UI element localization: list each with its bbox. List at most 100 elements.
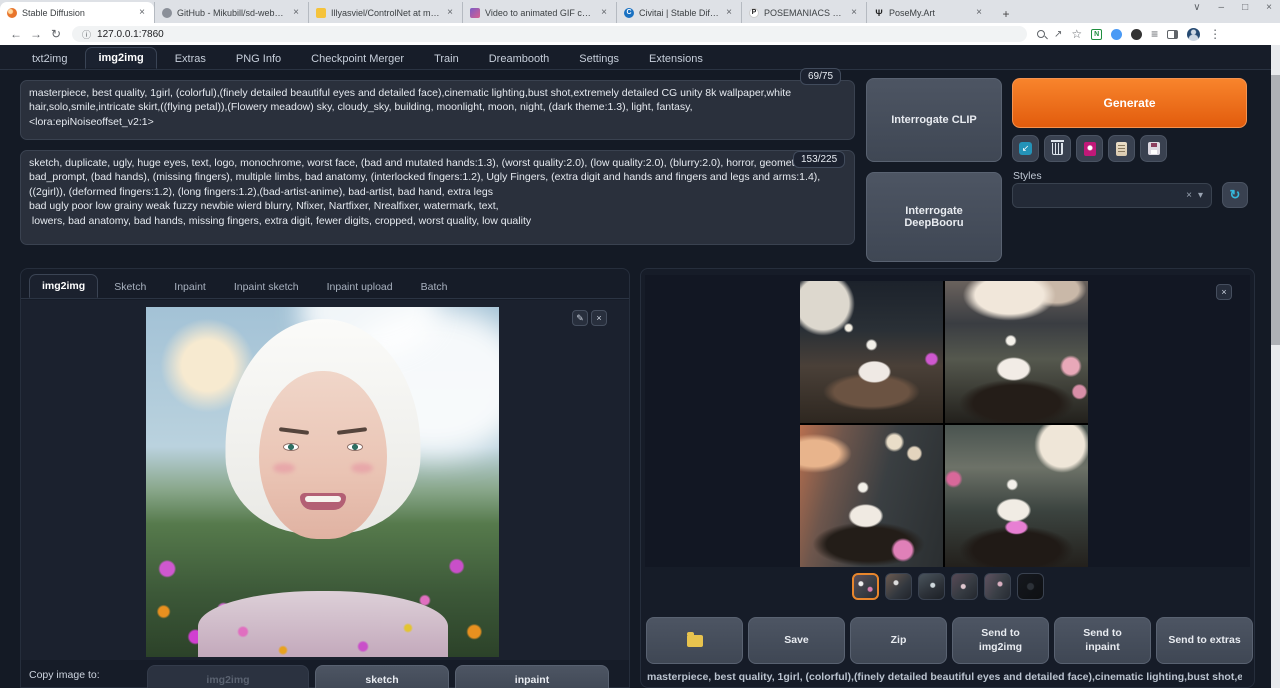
screen: Stable Diffusion × GitHub - Mikubill/sd-…	[0, 0, 1280, 688]
send-to-img2img-button[interactable]: Send to img2img	[952, 617, 1049, 664]
gallery-stage: ×	[645, 275, 1250, 567]
tab-title: Stable Diffusion	[22, 8, 132, 18]
paste-params-button[interactable]: ↙	[1012, 135, 1039, 162]
zoom-icon[interactable]	[1037, 30, 1045, 38]
tab-close-icon[interactable]: ×	[724, 7, 734, 18]
window-close-button[interactable]: ×	[1266, 2, 1272, 13]
page-scrollbar[interactable]	[1271, 45, 1280, 688]
extension-n-icon[interactable]: N	[1091, 29, 1102, 40]
tab-close-icon[interactable]: ×	[445, 7, 455, 18]
thumbnail-3[interactable]	[918, 573, 945, 600]
site-info-icon[interactable]: ⓘ	[82, 28, 91, 41]
stable-diffusion-favicon	[7, 8, 17, 18]
negative-prompt-input[interactable]: sketch, duplicate, ugly, huge eyes, text…	[20, 150, 855, 245]
styles-dropdown[interactable]: × ▾	[1012, 183, 1212, 208]
scrollbar-thumb[interactable]	[1271, 75, 1280, 345]
tab-dreambooth[interactable]: Dreambooth	[477, 49, 562, 69]
thumbnail-5[interactable]	[984, 573, 1011, 600]
tab-settings[interactable]: Settings	[567, 49, 631, 69]
side-panel-icon[interactable]	[1167, 30, 1178, 39]
apply-styles-button[interactable]	[1108, 135, 1135, 162]
browser-tab-posemyart[interactable]: Ψ PoseMy.Art ×	[866, 2, 991, 23]
generation-info-text: masterpiece, best quality, 1girl, (color…	[647, 671, 1242, 687]
thumbnail-2[interactable]	[885, 573, 912, 600]
result-image-2[interactable]	[945, 281, 1088, 423]
mode-tab-img2img[interactable]: img2img	[29, 274, 98, 298]
tab-close-icon[interactable]: ×	[137, 7, 147, 18]
browser-tab-posemaniacs[interactable]: P POSEMANIACS - Royalty free 3 ×	[741, 2, 866, 23]
mode-tab-sketch[interactable]: Sketch	[102, 276, 158, 298]
copy-to-img2img-button[interactable]: img2img	[147, 665, 309, 688]
zip-button[interactable]: Zip	[850, 617, 947, 664]
clear-prompt-button[interactable]	[1044, 135, 1071, 162]
reading-list-icon[interactable]: ≡	[1151, 27, 1158, 41]
result-image-4[interactable]	[945, 425, 1088, 567]
back-icon[interactable]: ←	[6, 27, 26, 41]
tab-close-icon[interactable]: ×	[974, 7, 984, 18]
prompt-input[interactable]: masterpiece, best quality, 1girl, (color…	[20, 80, 855, 140]
tab-title: Illyasviel/ControlNet at main	[331, 8, 440, 18]
edit-image-icon[interactable]: ✎	[572, 310, 588, 326]
save-button[interactable]: Save	[748, 617, 845, 664]
result-image-grid[interactable]	[800, 281, 1088, 567]
extension-dark-icon[interactable]	[1131, 29, 1142, 40]
tab-checkpoint-merger[interactable]: Checkpoint Merger	[299, 49, 416, 69]
extension-blue-icon[interactable]	[1111, 29, 1122, 40]
copy-to-inpaint-button[interactable]: inpaint	[455, 665, 609, 688]
mode-tab-inpaint-sketch[interactable]: Inpaint sketch	[222, 276, 311, 298]
browser-tab-civitai[interactable]: C Civitai | Stable Diffusion models ×	[616, 2, 741, 23]
browser-menu-icon[interactable]: ⋮	[1209, 27, 1221, 41]
generate-button[interactable]: Generate	[1012, 78, 1247, 128]
reload-icon[interactable]: ↻	[46, 27, 66, 41]
forward-icon[interactable]: →	[26, 27, 46, 41]
browser-tab-stable-diffusion[interactable]: Stable Diffusion ×	[0, 2, 154, 23]
browser-tab-controlnet[interactable]: Illyasviel/ControlNet at main ×	[308, 2, 462, 23]
interrogate-clip-button[interactable]: Interrogate CLIP	[866, 78, 1002, 162]
extra-networks-button[interactable]	[1076, 135, 1103, 162]
refresh-styles-button[interactable]: ↻	[1222, 182, 1248, 208]
mode-tab-inpaint-upload[interactable]: Inpaint upload	[315, 276, 405, 298]
open-folder-button[interactable]	[646, 617, 743, 664]
close-gallery-icon[interactable]: ×	[1216, 284, 1232, 300]
send-to-inpaint-button[interactable]: Send to inpaint	[1054, 617, 1151, 664]
gallery-actions: Save Zip Send to img2img Send to inpaint…	[646, 617, 1253, 664]
tab-search-icon[interactable]: ∨	[1193, 2, 1200, 13]
tab-img2img[interactable]: img2img	[85, 47, 156, 69]
send-to-extras-button[interactable]: Send to extras	[1156, 617, 1253, 664]
result-image-1[interactable]	[800, 281, 943, 423]
tab-png-info[interactable]: PNG Info	[224, 49, 293, 69]
new-tab-button[interactable]: +	[997, 5, 1015, 23]
mode-tab-inpaint[interactable]: Inpaint	[162, 276, 218, 298]
tab-close-icon[interactable]: ×	[849, 7, 859, 18]
sd-webui: txt2img img2img Extras PNG Info Checkpoi…	[0, 45, 1280, 688]
posemaniacs-favicon: P	[749, 8, 759, 18]
url-text: 127.0.0.1:7860	[97, 29, 164, 40]
result-image-3[interactable]	[800, 425, 943, 567]
tab-txt2img[interactable]: txt2img	[20, 49, 79, 69]
copy-to-sketch-button[interactable]: sketch	[315, 665, 449, 688]
tab-close-icon[interactable]: ×	[599, 7, 609, 18]
bookmark-star-icon[interactable]: ☆	[1071, 27, 1082, 41]
tab-train[interactable]: Train	[422, 49, 471, 69]
mode-tab-batch[interactable]: Batch	[409, 276, 460, 298]
thumbnail-4[interactable]	[951, 573, 978, 600]
tab-extras[interactable]: Extras	[163, 49, 218, 69]
save-style-button[interactable]	[1140, 135, 1167, 162]
browser-tab-gif-converter[interactable]: Video to animated GIF converter ×	[462, 2, 616, 23]
remove-image-icon[interactable]: ×	[591, 310, 607, 326]
source-image[interactable]	[146, 307, 499, 657]
browser-tab-github[interactable]: GitHub - Mikubill/sd-webui-con ×	[154, 2, 308, 23]
tab-close-icon[interactable]: ×	[291, 7, 301, 18]
prompt-token-counter: 69/75	[800, 68, 841, 85]
tab-extensions[interactable]: Extensions	[637, 49, 715, 69]
clear-styles-icon[interactable]: ×	[1186, 190, 1192, 201]
share-icon[interactable]: ↗	[1054, 29, 1062, 40]
interrogate-deepbooru-button[interactable]: Interrogate DeepBooru	[866, 172, 1002, 262]
thumbnail-1-selected[interactable]	[852, 573, 879, 600]
thumbnail-6[interactable]	[1017, 573, 1044, 600]
window-minimize-button[interactable]: –	[1219, 2, 1225, 13]
address-bar[interactable]: ⓘ 127.0.0.1:7860	[72, 26, 1027, 42]
window-maximize-button[interactable]: □	[1242, 2, 1248, 13]
profile-avatar[interactable]	[1187, 28, 1200, 41]
floppy-save-icon	[1148, 142, 1160, 155]
